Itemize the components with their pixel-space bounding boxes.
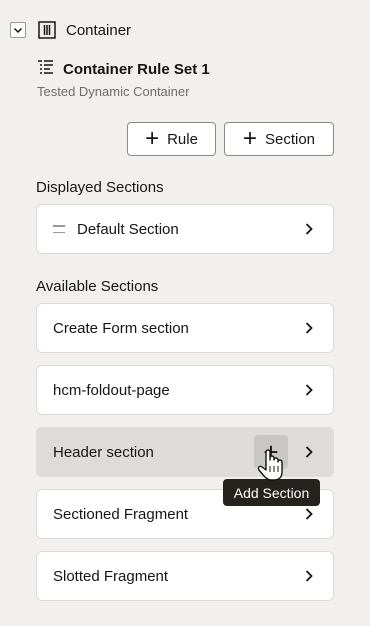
container-columns-icon xyxy=(38,21,56,39)
displayed-sections-heading: Displayed Sections xyxy=(36,179,164,196)
add-section-button[interactable]: + Section xyxy=(224,122,334,156)
list-item[interactable]: Create Form section xyxy=(36,303,334,353)
add-rule-button[interactable]: + Rule xyxy=(127,122,216,156)
chevron-right-icon[interactable] xyxy=(303,383,315,397)
chevron-right-icon[interactable] xyxy=(303,445,315,459)
plus-icon: + xyxy=(242,125,257,152)
add-section-tooltip: Add Section xyxy=(223,479,320,506)
list-item-label: Header section xyxy=(53,443,154,461)
list-item[interactable]: Default Section xyxy=(36,204,334,254)
container-row[interactable]: Container xyxy=(10,19,131,41)
list-item-label: Slotted Fragment xyxy=(53,567,169,585)
list-item[interactable]: Slotted Fragment xyxy=(36,551,334,601)
list-item-label: Sectioned Fragment xyxy=(53,505,189,523)
add-rule-label: Rule xyxy=(167,130,198,148)
list-item-label: Create Form section xyxy=(53,319,189,337)
chevron-down-icon[interactable] xyxy=(10,22,26,38)
chevron-right-icon[interactable] xyxy=(303,321,315,335)
hand-pointer-icon xyxy=(257,448,286,482)
ruleset-title: Container Rule Set 1 xyxy=(63,61,210,78)
chevron-right-icon[interactable] xyxy=(303,222,315,236)
add-section-label: Section xyxy=(264,130,316,148)
chevron-right-icon[interactable] xyxy=(303,507,315,521)
list-rules-icon xyxy=(37,58,55,81)
container-label: Container xyxy=(66,21,132,39)
list-item[interactable]: Header section xyxy=(36,427,334,477)
list-item-label: Default Section xyxy=(77,220,179,238)
ruleset-subtitle: Tested Dynamic Container xyxy=(37,84,190,99)
list-item-label: hcm-foldout-page xyxy=(53,381,170,399)
drag-handle-icon[interactable] xyxy=(53,225,65,233)
ruleset-row: Container Rule Set 1 xyxy=(37,58,210,81)
plus-icon: + xyxy=(145,125,160,152)
list-item[interactable]: hcm-foldout-page xyxy=(36,365,334,415)
available-sections-heading: Available Sections xyxy=(36,278,159,295)
chevron-right-icon[interactable] xyxy=(303,569,315,583)
